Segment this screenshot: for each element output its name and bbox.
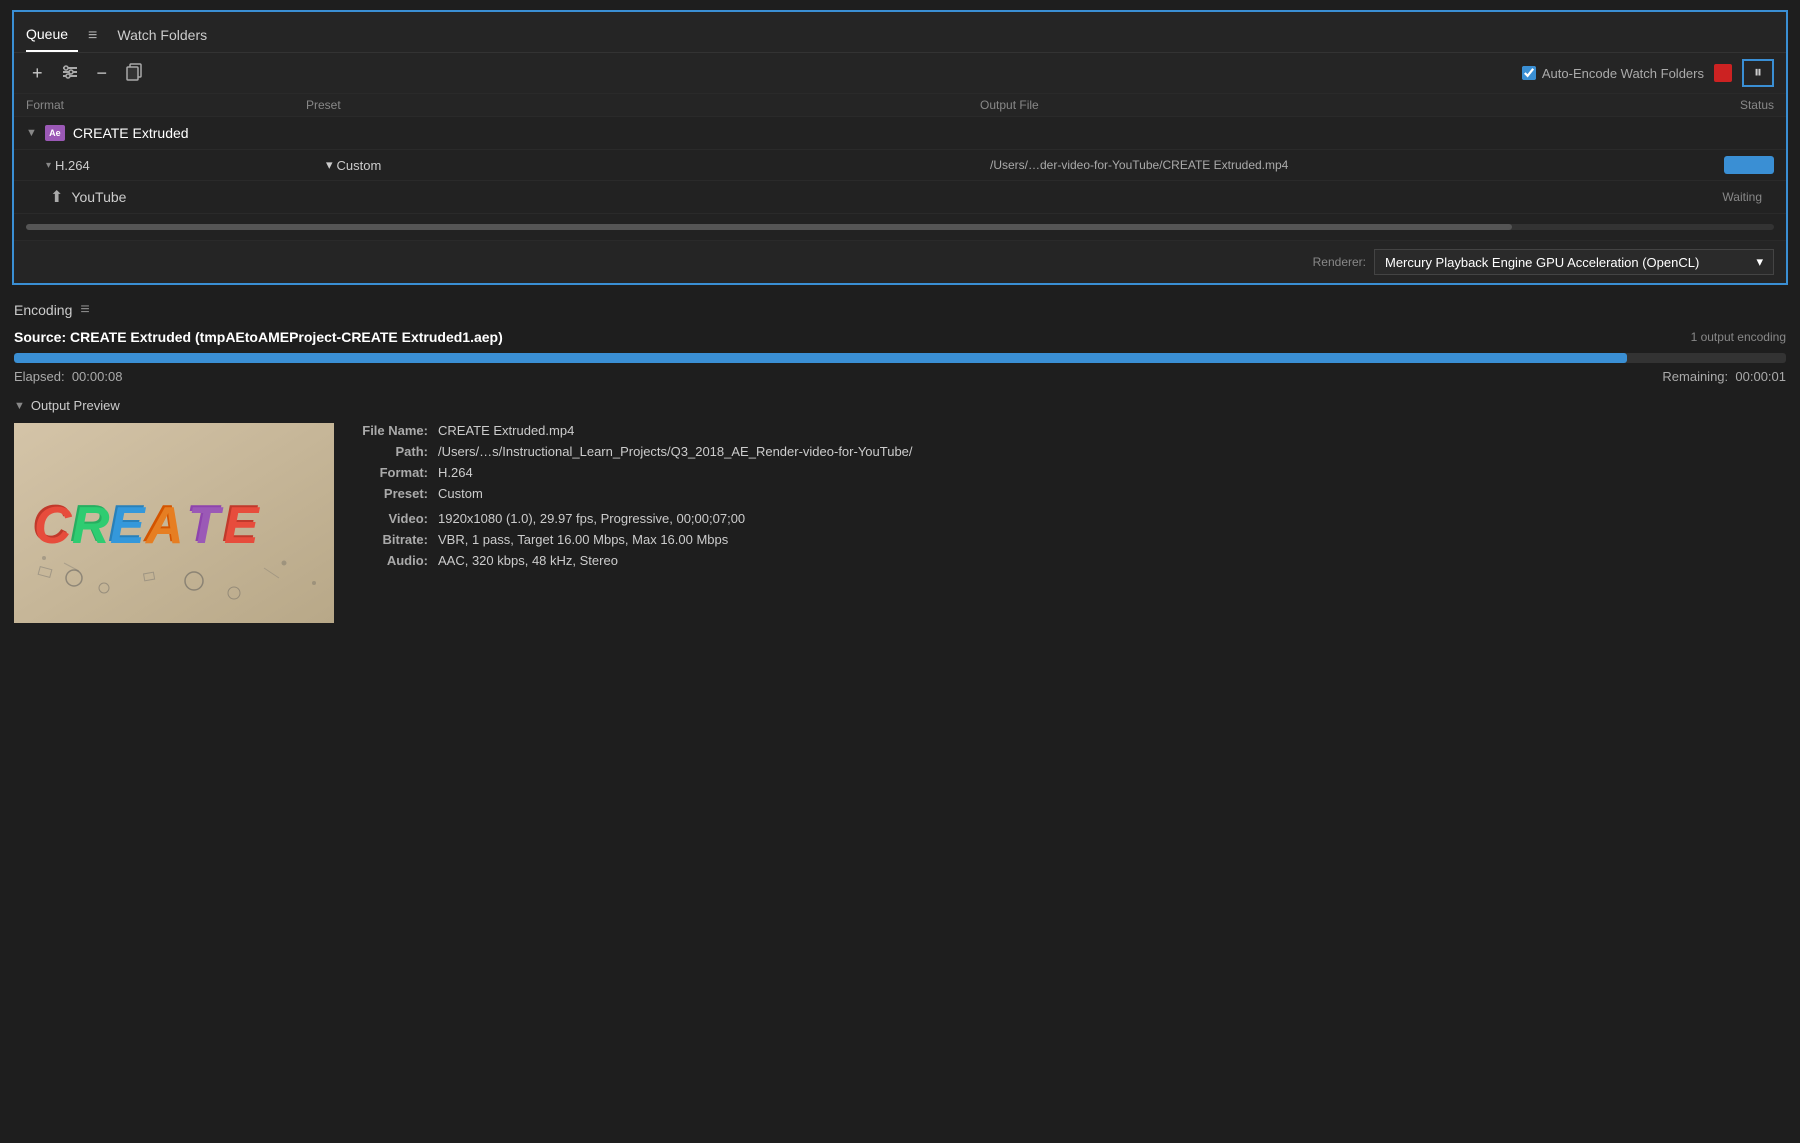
queue-tabs-bar: Queue ≡ Watch Folders bbox=[14, 12, 1786, 53]
main-container: Queue ≡ Watch Folders + − bbox=[0, 0, 1800, 1143]
preview-thumbnail: C C R R E E A A T T bbox=[14, 423, 334, 623]
file-info: File Name: CREATE Extruded.mp4 Path: /Us… bbox=[358, 423, 1786, 623]
status-cell bbox=[1654, 156, 1774, 174]
queue-toolbar: + − bbox=[14, 53, 1786, 94]
renderer-dropdown[interactable]: Mercury Playback Engine GPU Acceleration… bbox=[1374, 249, 1774, 275]
queue-panel: Queue ≡ Watch Folders + − bbox=[12, 10, 1788, 285]
auto-encode-checkbox[interactable] bbox=[1522, 66, 1536, 80]
renderer-chevron-icon: ▾ bbox=[1756, 254, 1763, 270]
remove-item-button[interactable]: − bbox=[91, 62, 114, 84]
output-preview-header[interactable]: ▼ Output Preview bbox=[14, 398, 1786, 413]
pause-button[interactable]: ⏸ bbox=[1742, 59, 1774, 87]
audio-label: Audio: bbox=[358, 553, 428, 568]
upload-icon: ⬆ bbox=[50, 187, 63, 207]
preset-value: Custom bbox=[438, 486, 483, 501]
output-preview-section: ▼ Output Preview bbox=[14, 398, 1786, 623]
queue-table-header: Format Preset Output File Status bbox=[14, 94, 1786, 117]
add-item-button[interactable]: + bbox=[26, 62, 49, 84]
video-label: Video: bbox=[358, 511, 428, 526]
tab-queue[interactable]: Queue bbox=[26, 20, 78, 52]
tab-watch-folders[interactable]: Watch Folders bbox=[117, 21, 217, 51]
svg-text:C: C bbox=[34, 497, 73, 555]
thumbnail-svg: C C R R E E A A T T bbox=[14, 423, 334, 623]
auto-encode-label[interactable]: Auto-Encode Watch Folders bbox=[1522, 66, 1704, 81]
info-row-path: Path: /Users/…s/Instructional_Learn_Proj… bbox=[358, 444, 1786, 459]
bitrate-label: Bitrate: bbox=[358, 532, 428, 547]
queue-menu-icon[interactable]: ≡ bbox=[88, 27, 97, 45]
info-row-filename: File Name: CREATE Extruded.mp4 bbox=[358, 423, 1786, 438]
remaining-text: Remaining: 00:00:01 bbox=[1662, 369, 1786, 384]
item-title-text: CREATE Extruded bbox=[73, 125, 189, 141]
filename-value: CREATE Extruded.mp4 bbox=[438, 423, 574, 438]
collapse-arrow-icon[interactable]: ▼ bbox=[26, 127, 37, 139]
elapsed-text: Elapsed: 00:00:08 bbox=[14, 369, 122, 384]
col-output-file: Output File bbox=[980, 98, 1654, 112]
svg-text:E: E bbox=[224, 497, 260, 555]
queue-item-title-row: ▼ Ae CREATE Extruded bbox=[14, 117, 1786, 150]
preset-cell[interactable]: ▾ Custom bbox=[326, 157, 990, 173]
bitrate-value: VBR, 1 pass, Target 16.00 Mbps, Max 16.0… bbox=[438, 532, 728, 547]
renderer-bar: Renderer: Mercury Playback Engine GPU Ac… bbox=[14, 240, 1786, 283]
svg-text:E: E bbox=[110, 497, 146, 555]
format-value: H.264 bbox=[55, 158, 90, 173]
queue-publish-row: ⬆ YouTube Waiting bbox=[14, 181, 1786, 214]
svg-text:A: A bbox=[144, 497, 184, 555]
waiting-status: Waiting bbox=[1722, 190, 1774, 204]
record-button[interactable] bbox=[1714, 64, 1732, 82]
video-value: 1920x1080 (1.0), 29.97 fps, Progressive,… bbox=[438, 511, 745, 526]
col-format: Format bbox=[26, 98, 306, 112]
format-dropdown[interactable]: ▾ H.264 bbox=[46, 158, 90, 173]
renderer-label: Renderer: bbox=[1313, 255, 1366, 269]
encoding-progress-fill bbox=[14, 353, 1627, 363]
ae-icon: Ae bbox=[45, 125, 65, 141]
info-row-format: Format: H.264 bbox=[358, 465, 1786, 480]
toolbar-left: + − bbox=[26, 61, 149, 86]
path-label: Path: bbox=[358, 444, 428, 459]
encoding-panel: Encoding ≡ Source: CREATE Extruded (tmpA… bbox=[0, 291, 1800, 1143]
encoding-progress-track bbox=[14, 353, 1786, 363]
preset-label: Preset: bbox=[358, 486, 428, 501]
info-row-preset: Preset: Custom bbox=[358, 486, 1786, 501]
output-file-cell: /Users/…der-video-for-YouTube/CREATE Ext… bbox=[990, 158, 1654, 172]
renderer-value: Mercury Playback Engine GPU Acceleration… bbox=[1385, 255, 1699, 270]
encoding-header: Encoding ≡ bbox=[14, 301, 1786, 319]
preview-content: C C R R E E A A T T bbox=[14, 423, 1786, 623]
svg-text:R: R bbox=[72, 497, 110, 555]
youtube-label: YouTube bbox=[71, 189, 126, 205]
encoding-title: Encoding bbox=[14, 302, 72, 318]
svg-text:T: T bbox=[188, 497, 224, 555]
queue-progress-track bbox=[26, 224, 1774, 230]
format-cell: ▾ H.264 bbox=[46, 158, 326, 173]
queue-item-group: ▼ Ae CREATE Extruded ▾ H.264 ▾ Custom /U… bbox=[14, 117, 1786, 214]
time-row: Elapsed: 00:00:08 Remaining: 00:00:01 bbox=[14, 369, 1786, 384]
filename-label: File Name: bbox=[358, 423, 428, 438]
audio-value: AAC, 320 kbps, 48 kHz, Stereo bbox=[438, 553, 618, 568]
format-value: H.264 bbox=[438, 465, 473, 480]
path-value: /Users/…s/Instructional_Learn_Projects/Q… bbox=[438, 444, 913, 459]
settings-button[interactable] bbox=[55, 61, 85, 86]
source-row: Source: CREATE Extruded (tmpAEtoAMEProje… bbox=[14, 329, 1786, 345]
preview-collapse-icon: ▼ bbox=[14, 400, 25, 412]
output-count: 1 output encoding bbox=[1691, 330, 1786, 344]
info-row-bitrate: Bitrate: VBR, 1 pass, Target 16.00 Mbps,… bbox=[358, 532, 1786, 547]
format-arrow-icon: ▾ bbox=[46, 160, 51, 171]
queue-progress-container bbox=[14, 214, 1786, 240]
queue-progress-fill bbox=[26, 224, 1512, 230]
queue-subitem: ▾ H.264 ▾ Custom /Users/…der-video-for-Y… bbox=[14, 150, 1786, 181]
preset-arrow-icon: ▾ bbox=[326, 157, 333, 173]
toolbar-right: Auto-Encode Watch Folders ⏸ bbox=[1522, 59, 1774, 87]
col-status: Status bbox=[1654, 98, 1774, 112]
preview-title: Output Preview bbox=[31, 398, 120, 413]
source-text: Source: CREATE Extruded (tmpAEtoAMEProje… bbox=[14, 329, 503, 345]
info-row-audio: Audio: AAC, 320 kbps, 48 kHz, Stereo bbox=[358, 553, 1786, 568]
encoding-status-bar bbox=[1724, 156, 1774, 174]
preset-value: Custom bbox=[337, 158, 382, 173]
info-row-video: Video: 1920x1080 (1.0), 29.97 fps, Progr… bbox=[358, 511, 1786, 526]
col-preset: Preset bbox=[306, 98, 980, 112]
duplicate-button[interactable] bbox=[119, 61, 149, 86]
format-label: Format: bbox=[358, 465, 428, 480]
encoding-menu-icon[interactable]: ≡ bbox=[80, 301, 89, 319]
